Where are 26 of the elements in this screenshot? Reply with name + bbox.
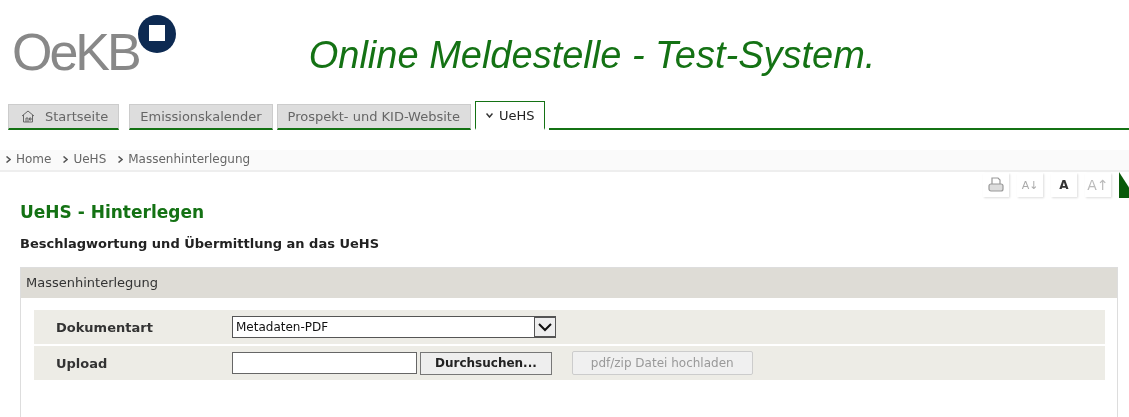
house-icon bbox=[21, 110, 35, 123]
file-input-field[interactable] bbox=[232, 352, 417, 374]
page-heading: UeHS - Hinterlegen bbox=[20, 202, 206, 222]
site-title: Online Meldestelle - Test-System. bbox=[308, 36, 876, 74]
corner-marker bbox=[1119, 172, 1129, 198]
logo-text: OeKB bbox=[12, 26, 139, 78]
breadcrumb-link[interactable]: Massenhinterlegung bbox=[118, 152, 251, 166]
nav-tab[interactable]: UeHS bbox=[474, 101, 546, 130]
field-label: Upload bbox=[56, 355, 109, 371]
breadcrumb-link[interactable]: Home bbox=[6, 152, 52, 166]
chevron-icon bbox=[485, 112, 493, 118]
nav-tab[interactable]: Prospekt- und KID-Website bbox=[276, 104, 471, 130]
chevron-icon bbox=[63, 156, 69, 163]
page-subheading: Beschlagwortung und Übermittlung an das UeHS bbox=[20, 236, 381, 251]
chevron-icon bbox=[118, 156, 124, 163]
nav-tab[interactable]: Emissionskalender bbox=[129, 104, 273, 130]
breadcrumb-link[interactable]: UeHS bbox=[63, 152, 107, 166]
nav-tab[interactable]: Startseite bbox=[8, 104, 120, 130]
panel-title: Massenhinterlegung bbox=[26, 275, 159, 290]
dokumentart-select[interactable]: Metadaten-PDF bbox=[232, 316, 556, 338]
font-size-button[interactable]: A bbox=[1051, 173, 1077, 197]
printer-icon bbox=[987, 176, 1005, 194]
dropdown-icon bbox=[534, 317, 556, 337]
browse-button[interactable]: Durchsuchen... bbox=[420, 351, 552, 375]
field-label: Dokumentart bbox=[56, 319, 154, 335]
chevron-icon bbox=[6, 156, 11, 163]
